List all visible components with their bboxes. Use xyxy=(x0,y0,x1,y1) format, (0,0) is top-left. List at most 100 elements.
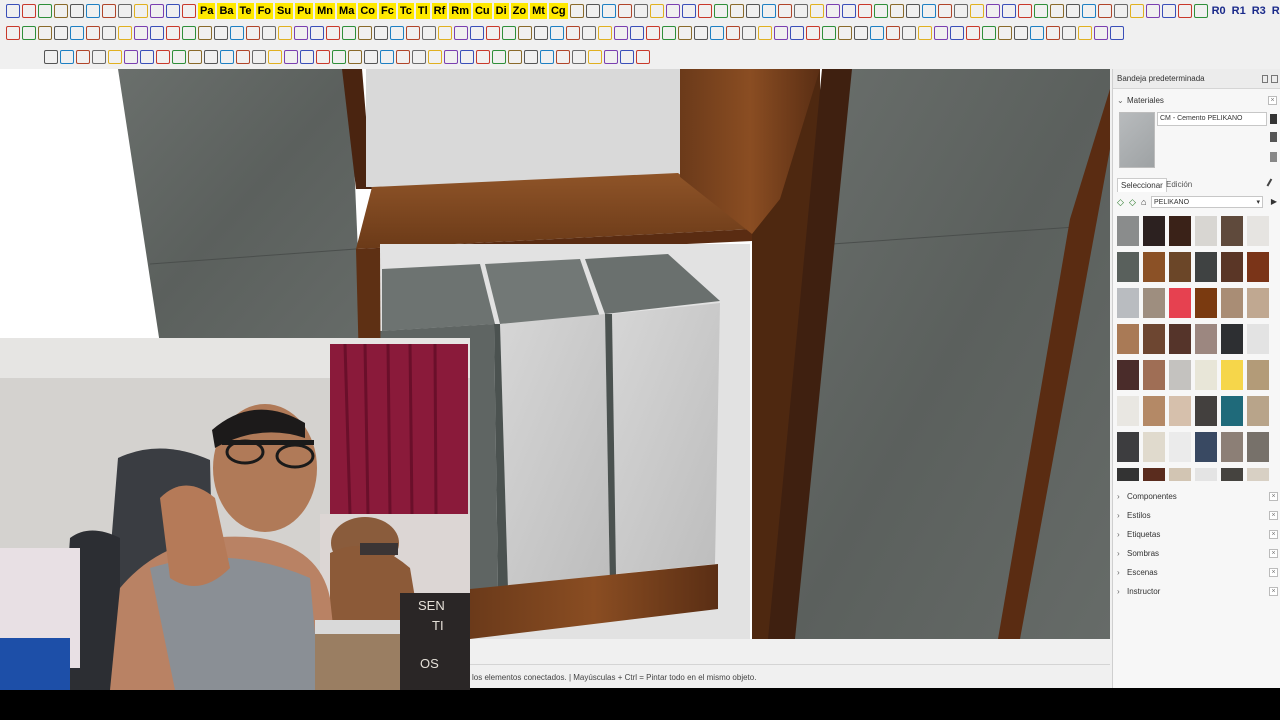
toolbar-tool-icon[interactable] xyxy=(822,26,836,40)
toolbar-tool-icon[interactable] xyxy=(428,50,442,64)
material-swatch[interactable] xyxy=(1143,324,1165,354)
toolbar-tool-icon[interactable] xyxy=(524,50,538,64)
toolbar-tool-icon[interactable] xyxy=(380,50,394,64)
toolbar-tool-icon[interactable] xyxy=(470,26,484,40)
toolbar-tool-icon[interactable] xyxy=(182,4,196,18)
toolbar-tool-icon[interactable] xyxy=(246,26,260,40)
rotate-view-button[interactable]: R6 xyxy=(1270,5,1280,17)
details-arrow-icon[interactable]: ▶ xyxy=(1271,197,1277,206)
toolbar-tool-icon[interactable] xyxy=(102,26,116,40)
material-swatch[interactable] xyxy=(1247,216,1269,246)
library-select[interactable]: PELIKANO ▾ xyxy=(1151,196,1263,208)
material-swatch[interactable] xyxy=(1247,468,1269,481)
material-swatch[interactable] xyxy=(1117,396,1139,426)
toolbar-tool-icon[interactable] xyxy=(934,26,948,40)
toolbar-tool-icon[interactable] xyxy=(774,26,788,40)
shortcut-label-button[interactable]: Tl xyxy=(415,3,430,19)
toolbar-tool-icon[interactable] xyxy=(236,50,250,64)
toolbar-tool-icon[interactable] xyxy=(761,4,776,18)
toolbar-tool-icon[interactable] xyxy=(70,4,84,18)
toolbar-tool-icon[interactable] xyxy=(214,26,228,40)
toolbar-tool-icon[interactable] xyxy=(790,26,804,40)
shortcut-label-button[interactable]: Fo xyxy=(255,3,274,19)
material-swatch[interactable] xyxy=(1247,324,1269,354)
toolbar-tool-icon[interactable] xyxy=(166,4,180,18)
toolbar-tool-icon[interactable] xyxy=(38,4,52,18)
toolbar-tool-icon[interactable] xyxy=(1014,26,1028,40)
material-swatch[interactable] xyxy=(1117,288,1139,318)
toolbar-tool-icon[interactable] xyxy=(316,50,330,64)
material-swatch[interactable] xyxy=(1195,324,1217,354)
toolbar-tool-icon[interactable] xyxy=(22,4,36,18)
material-swatch[interactable] xyxy=(1143,288,1165,318)
toolbar-tool-icon[interactable] xyxy=(198,26,212,40)
material-swatch[interactable] xyxy=(1195,252,1217,282)
toolbar-tool-icon[interactable] xyxy=(617,4,632,18)
toolbar-tool-icon[interactable] xyxy=(1017,4,1032,18)
toolbar-tool-icon[interactable] xyxy=(1129,4,1144,18)
toolbar-tool-icon[interactable] xyxy=(518,26,532,40)
toolbar-tool-icon[interactable] xyxy=(777,4,792,18)
toolbar-tool-icon[interactable] xyxy=(604,50,618,64)
toolbar-tool-icon[interactable] xyxy=(326,26,340,40)
toolbar-tool-icon[interactable] xyxy=(118,4,132,18)
toolbar-tool-icon[interactable] xyxy=(556,50,570,64)
toolbar-tool-icon[interactable] xyxy=(252,50,266,64)
materials-close-icon[interactable]: × xyxy=(1268,96,1277,105)
material-swatch[interactable] xyxy=(1169,396,1191,426)
material-swatch[interactable] xyxy=(1169,324,1191,354)
shortcut-label-button[interactable]: Su xyxy=(275,3,294,19)
toolbar-tool-icon[interactable] xyxy=(508,50,522,64)
material-swatch[interactable] xyxy=(1247,432,1269,462)
toolbar-tool-icon[interactable] xyxy=(665,4,680,18)
toolbar-tool-icon[interactable] xyxy=(1161,4,1176,18)
toolbar-tool-icon[interactable] xyxy=(486,26,500,40)
shortcut-label-button[interactable]: Ma xyxy=(337,3,357,19)
toolbar-tool-icon[interactable] xyxy=(502,26,516,40)
toolbar-tool-icon[interactable] xyxy=(633,4,648,18)
material-swatch[interactable] xyxy=(1221,216,1243,246)
toolbar-tool-icon[interactable] xyxy=(444,50,458,64)
section-close-icon[interactable]: × xyxy=(1269,549,1278,558)
toolbar-tool-icon[interactable] xyxy=(726,26,740,40)
material-swatch[interactable] xyxy=(1221,360,1243,390)
toolbar-tool-icon[interactable] xyxy=(969,4,984,18)
section-close-icon[interactable]: × xyxy=(1269,568,1278,577)
material-swatch[interactable] xyxy=(1169,288,1191,318)
section-close-icon[interactable]: × xyxy=(1269,511,1278,520)
toolbar-tool-icon[interactable] xyxy=(1062,26,1076,40)
toolbar-tool-icon[interactable] xyxy=(582,26,596,40)
section-close-icon[interactable]: × xyxy=(1269,492,1278,501)
toolbar-tool-icon[interactable] xyxy=(60,50,74,64)
materials-header[interactable]: ⌄ Materiales × xyxy=(1113,91,1280,110)
toolbar-tool-icon[interactable] xyxy=(793,4,808,18)
toolbar-tool-icon[interactable] xyxy=(902,26,916,40)
toolbar-tool-icon[interactable] xyxy=(294,26,308,40)
material-swatch[interactable] xyxy=(1117,324,1139,354)
material-swatch[interactable] xyxy=(1195,432,1217,462)
toolbar-tool-icon[interactable] xyxy=(1065,4,1080,18)
forward-arrow-icon[interactable]: ◇ xyxy=(1129,197,1136,208)
toolbar-tool-icon[interactable] xyxy=(76,50,90,64)
toolbar-tool-icon[interactable] xyxy=(758,26,772,40)
toolbar-tool-icon[interactable] xyxy=(636,50,650,64)
material-swatch[interactable] xyxy=(1143,360,1165,390)
material-swatch[interactable] xyxy=(1247,396,1269,426)
toolbar-tool-icon[interactable] xyxy=(1097,4,1112,18)
toolbar-tool-icon[interactable] xyxy=(6,26,20,40)
shortcut-label-button[interactable]: Pa xyxy=(198,3,216,19)
toolbar-tool-icon[interactable] xyxy=(358,26,372,40)
material-swatch[interactable] xyxy=(1195,468,1217,481)
toolbar-tool-icon[interactable] xyxy=(620,50,634,64)
toolbar-tool-icon[interactable] xyxy=(182,26,196,40)
toolbar-tool-icon[interactable] xyxy=(1078,26,1092,40)
toolbar-tool-icon[interactable] xyxy=(454,26,468,40)
toolbar-tool-icon[interactable] xyxy=(268,50,282,64)
toolbar-tool-icon[interactable] xyxy=(710,26,724,40)
material-swatch[interactable] xyxy=(1117,432,1139,462)
toolbar-tool-icon[interactable] xyxy=(681,4,696,18)
toolbar-tool-icon[interactable] xyxy=(649,4,664,18)
toolbar-tool-icon[interactable] xyxy=(374,26,388,40)
toolbar-tool-icon[interactable] xyxy=(86,4,100,18)
shortcut-label-button[interactable]: Cg xyxy=(548,3,568,19)
